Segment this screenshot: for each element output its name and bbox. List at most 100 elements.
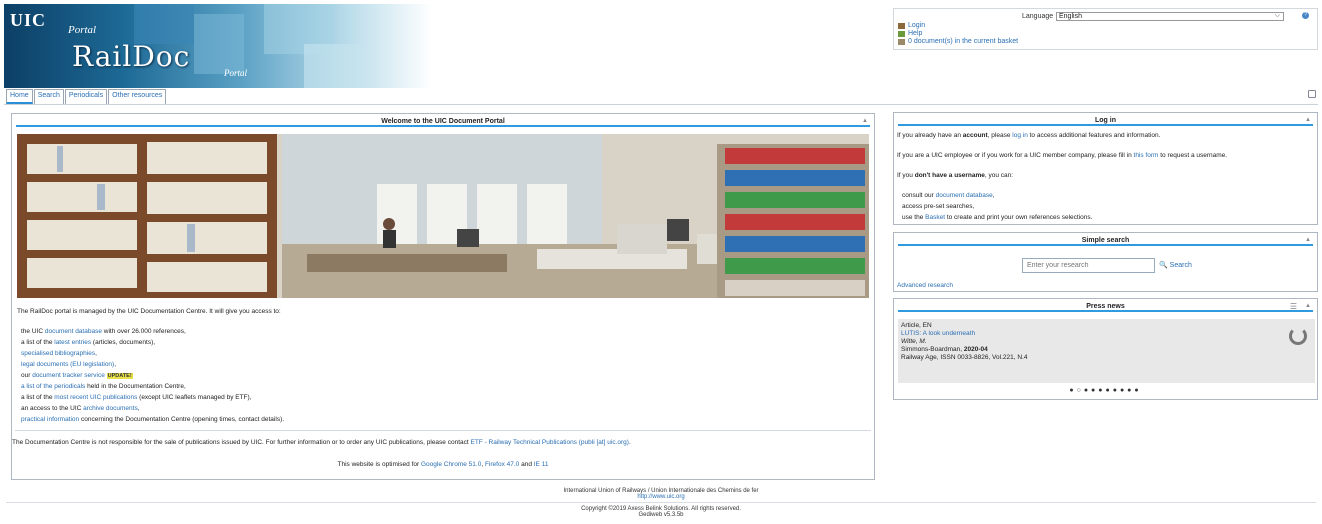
welcome-item: legal documents (EU legislation), — [21, 361, 116, 368]
search-button[interactable]: 🔍 Search — [1159, 261, 1192, 269]
help-link[interactable]: Help — [898, 30, 922, 37]
press-news-item[interactable]: Article, EN LUTIS: A look underneath Wit… — [898, 319, 1315, 383]
firefox-link[interactable]: Firefox 47.0 — [485, 461, 519, 468]
tab-other-resources[interactable]: Other resources — [108, 89, 167, 104]
bold-text: account — [962, 132, 988, 139]
user-info-box: Language English ⌵ ? Login Help 0 docume… — [893, 8, 1318, 50]
ie-link[interactable]: IE 11 — [534, 461, 549, 468]
archive-documents-link[interactable]: archive documents — [83, 405, 138, 412]
document-database-link[interactable]: document database — [936, 192, 993, 199]
login-paragraph-1: If you already have an account, please l… — [897, 132, 1160, 139]
raildoc-logo-text: RailDoc — [72, 40, 191, 73]
item-text: (articles, documents), — [91, 339, 156, 346]
welcome-panel: Welcome to the UIC Document Portal ▲ The… — [11, 113, 875, 480]
document-database-link[interactable]: document database — [45, 328, 102, 335]
periodicals-list-link[interactable]: a list of the periodicals — [21, 383, 85, 390]
help-book-icon — [898, 30, 905, 37]
collapse-icon[interactable]: ▲ — [1305, 301, 1311, 312]
welcome-item: our document tracker service UPDATE! — [21, 372, 133, 379]
welcome-item: practical information concerning the Doc… — [21, 416, 284, 423]
welcome-title: Welcome to the UIC Document Portal — [381, 118, 505, 125]
article-headline-link[interactable]: LUTIS: A look underneath — [901, 330, 975, 337]
bold-text: don't have a username — [914, 172, 985, 179]
footer-divider — [6, 502, 1316, 503]
item-text: the UIC — [21, 328, 45, 335]
menu-icon[interactable]: ☰ — [1290, 302, 1297, 311]
latest-entries-link[interactable]: latest entries — [54, 339, 91, 346]
uic-publications-link[interactable]: most recent UIC publications — [54, 394, 137, 401]
language-select[interactable]: English ⌵ — [1056, 12, 1284, 21]
disclaimer-pre: The Documentation Centre is not responsi… — [12, 439, 471, 446]
simple-search-header: Simple search ▲ — [898, 235, 1313, 246]
banner-tile — [194, 14, 244, 74]
advanced-research-link[interactable]: Advanced research — [897, 282, 953, 289]
item-text: , — [95, 350, 97, 357]
practical-information-link[interactable]: practical information — [21, 416, 79, 423]
text: , — [992, 192, 995, 199]
log-in-link[interactable]: log in — [1012, 132, 1028, 139]
login-link[interactable]: Login — [898, 22, 925, 29]
carousel-dots[interactable]: ●○●●●●●●●● — [894, 387, 1317, 394]
documentation-centre-photo — [17, 134, 869, 298]
login-paragraph-2: If you are a UIC employee or if you work… — [897, 152, 1227, 159]
item-text: our — [21, 372, 33, 379]
text: If you already have an — [897, 132, 963, 139]
article-type: Article, EN — [901, 322, 932, 329]
tab-search[interactable]: Search — [33, 89, 64, 104]
article-publisher: Simmons-Boardman, 2020-04 — [901, 346, 988, 353]
document-tracker-link[interactable]: document tracker service — [32, 372, 105, 379]
welcome-intro: The RailDoc portal is managed by the UIC… — [17, 308, 281, 315]
text: If you — [897, 172, 915, 179]
article-source: Railway Age, ISSN 0033-8826, Vol.221, N.… — [901, 354, 1028, 361]
login-paragraph-3: If you don't have a username, you can: — [897, 172, 1013, 179]
print-icon[interactable] — [1308, 90, 1316, 98]
item-text: , — [137, 405, 140, 412]
text: consult our — [902, 192, 936, 199]
chrome-link[interactable]: Google Chrome 51.0 — [421, 461, 481, 468]
help-icon[interactable]: ? — [1302, 12, 1309, 19]
login-option-2: access pre-set searches, — [902, 203, 975, 210]
item-text: (except UIC leaflets managed by ETF), — [137, 394, 252, 401]
disclaimer-text: The Documentation Centre is not responsi… — [12, 439, 631, 446]
text: use the — [902, 214, 926, 221]
login-option-1: consult our document database, — [902, 192, 995, 199]
publish-date: 2020-04 — [963, 346, 988, 353]
item-text: a list of the — [21, 339, 55, 346]
tab-periodicals[interactable]: Periodicals — [64, 89, 108, 104]
uic-website-link[interactable]: http://www.uic.org — [0, 494, 1322, 500]
basket-link[interactable]: Basket — [925, 214, 945, 221]
collapse-icon[interactable]: ▲ — [1305, 235, 1311, 246]
press-news-header: Press news ▲ — [898, 301, 1313, 312]
login-panel-header: Log in ▲ — [898, 115, 1313, 126]
request-form-link[interactable]: this form — [1134, 152, 1159, 159]
search-icon: 🔍 — [1159, 262, 1168, 269]
item-text: with over 26.000 references, — [101, 328, 186, 335]
language-value: English — [1059, 13, 1082, 20]
welcome-item: a list of the latest entries (articles, … — [21, 339, 155, 346]
login-icon — [898, 22, 905, 29]
legal-documents-link[interactable]: legal documents (EU legislation) — [21, 361, 114, 368]
basket-link[interactable]: 0 document(s) in the current basket — [898, 38, 1018, 45]
tab-home[interactable]: Home — [6, 89, 33, 104]
etf-contact-link[interactable]: ETF - Railway Technical Publications (pu… — [470, 439, 628, 446]
tab-divider — [4, 104, 1318, 105]
library-panorama-image — [17, 134, 869, 298]
version-text: Gediweb v5.3.5b — [638, 512, 684, 518]
browser-notice: This website is optimised for Google Chr… — [12, 461, 874, 468]
text: to access additional features and inform… — [1027, 132, 1161, 139]
item-text: concerning the Documentation Centre (ope… — [79, 416, 285, 423]
basket-icon — [898, 38, 905, 45]
banner-tile — [134, 4, 194, 44]
raildoc-banner[interactable]: UIC Portal RailDoc Portal — [4, 4, 432, 88]
footer-copyright-block: Copyright ©2019 Axess Belink Solutions. … — [0, 506, 1322, 518]
collapse-icon[interactable]: ▲ — [1305, 115, 1311, 126]
bibliographies-link[interactable]: specialised bibliographies — [21, 350, 95, 357]
footer: International Union of Railways / Union … — [0, 488, 1322, 500]
search-input[interactable] — [1022, 258, 1155, 273]
simple-search-panel: Simple search ▲ 🔍 Search Advanced resear… — [893, 232, 1318, 292]
welcome-item: a list of the most recent UIC publicatio… — [21, 394, 252, 401]
collapse-icon[interactable]: ▲ — [862, 116, 868, 127]
banner-tile — [304, 44, 364, 88]
and-text: and — [519, 461, 534, 468]
login-panel: Log in ▲ If you already have an account,… — [893, 112, 1318, 225]
